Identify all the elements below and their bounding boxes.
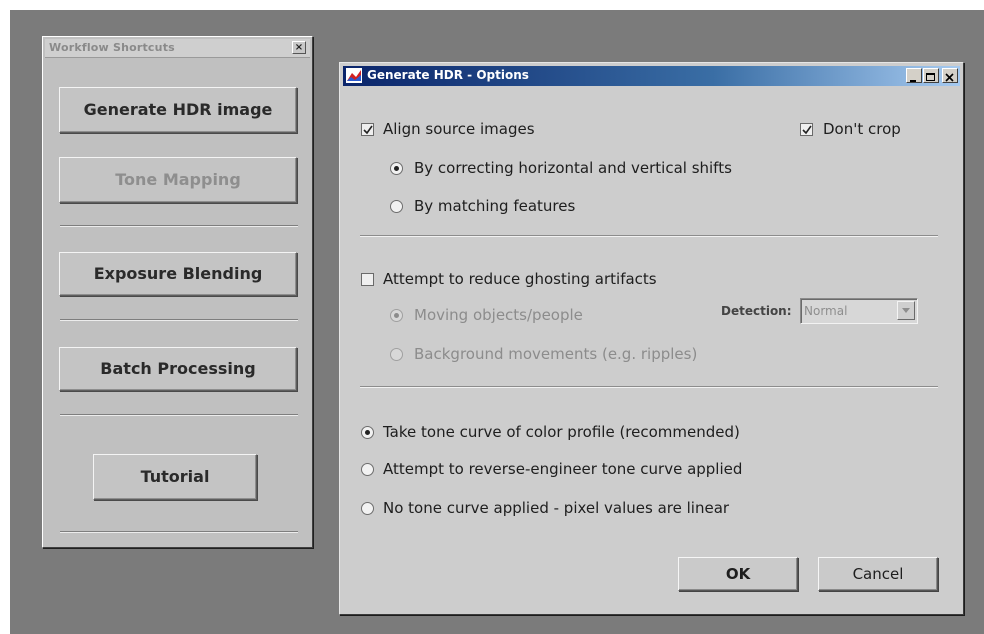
align-source-images-label: Align source images [383,120,535,138]
minimize-icon [910,80,916,82]
tone-curve-profile-radio[interactable] [361,426,374,439]
matching-features-label: By matching features [414,197,576,215]
reduce-ghosting-label: Attempt to reduce ghosting artifacts [383,270,657,288]
reduce-ghosting-checkbox[interactable] [361,273,374,286]
dont-crop-label: Don't crop [823,120,901,138]
no-tone-curve-label: No tone curve applied - pixel values are… [383,499,730,517]
palette-close-button[interactable]: × [292,41,306,54]
moving-objects-label: Moving objects/people [414,306,583,324]
hdr-app-icon [346,68,362,83]
workflow-shortcuts-palette: Workflow Shortcuts × Generate HDR image … [42,36,313,548]
dialog-separator [360,235,938,237]
tone-curve-profile-label: Take tone curve of color profile (recomm… [383,423,740,441]
minimize-button[interactable] [906,68,922,83]
dialog-separator [360,386,938,388]
background-movements-radio[interactable] [390,348,403,361]
cancel-button[interactable]: Cancel [818,557,938,591]
batch-processing-button[interactable]: Batch Processing [59,347,297,391]
generate-hdr-image-button[interactable]: Generate HDR image [59,87,297,133]
reverse-engineer-radio[interactable] [361,463,374,476]
chevron-down-icon [902,308,910,313]
background-movements-label: Background movements (e.g. ripples) [414,345,698,363]
reverse-engineer-label: Attempt to reverse-engineer tone curve a… [383,460,743,478]
maximize-button[interactable] [923,68,939,83]
palette-separator [60,531,298,533]
ok-button[interactable]: OK [678,557,798,591]
dont-crop-checkbox[interactable] [800,123,813,136]
dialog-title: Generate HDR - Options [367,68,529,82]
detection-value: Normal [804,304,848,318]
detection-dropdown-button[interactable] [897,301,915,320]
close-button[interactable] [942,68,958,83]
correct-shifts-radio[interactable] [390,162,403,175]
maximize-icon [926,73,935,81]
palette-separator [60,319,298,321]
palette-separator [60,414,298,416]
palette-title: Workflow Shortcuts [49,41,175,54]
generate-hdr-options-dialog: Generate HDR - Options Align source imag… [339,62,964,615]
dialog-titlebar[interactable]: Generate HDR - Options [343,66,960,86]
tone-mapping-button[interactable]: Tone Mapping [59,157,297,203]
tutorial-button[interactable]: Tutorial [93,454,257,500]
palette-separator [60,225,298,227]
detection-label: Detection: [721,304,792,318]
matching-features-radio[interactable] [390,200,403,213]
check-icon [363,125,373,135]
align-source-images-checkbox[interactable] [361,123,374,136]
no-tone-curve-radio[interactable] [361,502,374,515]
detection-select[interactable]: Normal [800,298,918,324]
moving-objects-radio[interactable] [390,309,403,322]
correct-shifts-label: By correcting horizontal and vertical sh… [414,159,732,177]
close-icon [945,73,954,82]
palette-titlebar[interactable]: Workflow Shortcuts × [45,39,310,58]
check-icon [802,125,812,135]
exposure-blending-button[interactable]: Exposure Blending [59,252,297,296]
